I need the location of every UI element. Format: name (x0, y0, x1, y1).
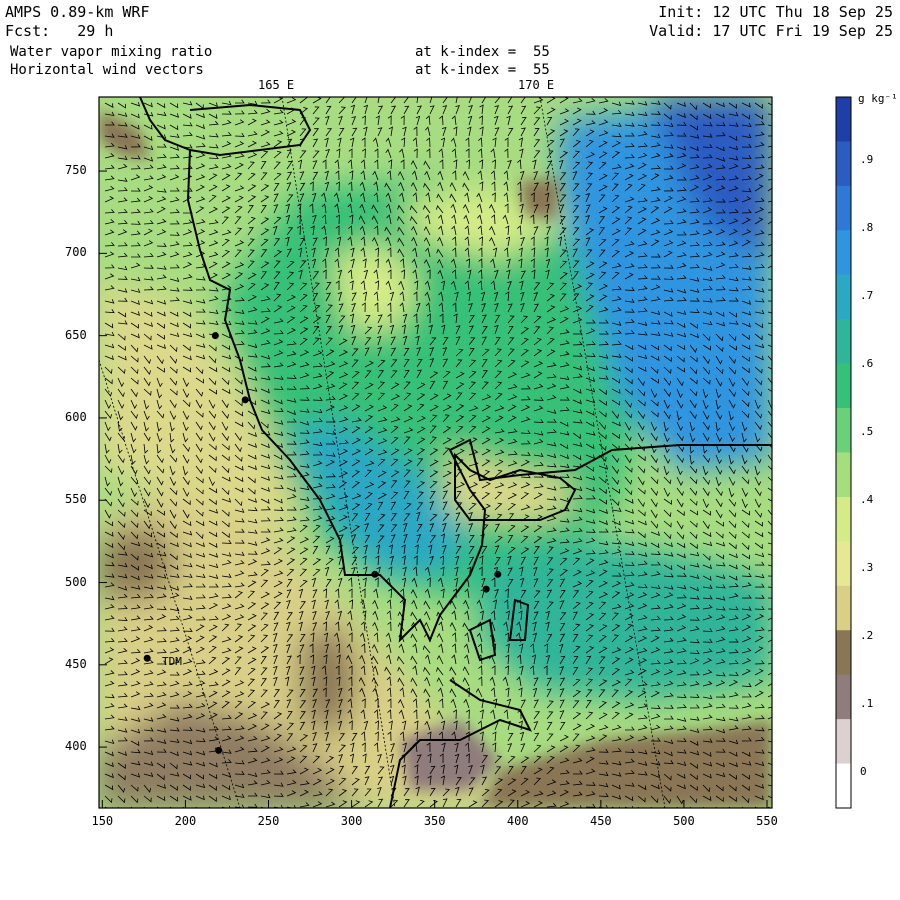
colorbar-segment (836, 496, 851, 542)
colorbar-label: .3 (860, 561, 874, 574)
colorbar-segment (836, 452, 851, 498)
colorbar-segment (836, 185, 851, 231)
colorbar-segment (836, 408, 851, 453)
y-tick-label: 400 (65, 739, 87, 754)
colorbar-segment (836, 319, 851, 365)
station-marker (241, 396, 249, 404)
colorbar-segment (836, 674, 851, 720)
brown-ne-patch (520, 180, 560, 220)
x-tick-label: 250 (257, 814, 280, 828)
colorbar-segment (836, 541, 851, 587)
y-tick-label: 500 (65, 574, 87, 589)
colorbar-segment (836, 97, 851, 142)
colorbar-segment (836, 141, 851, 187)
map-plot (98, 96, 852, 809)
colorbar-segment (836, 763, 851, 809)
colorbar-label: 0 (860, 765, 867, 778)
station-label-tdm: TDM (162, 655, 182, 668)
x-tick-label: 450 (589, 814, 612, 828)
station-marker (211, 332, 219, 340)
colorbar-segment (836, 630, 851, 676)
x-tick-label: 350 (423, 814, 446, 828)
colorbar-segment (836, 585, 851, 631)
y-tick-label: 750 (65, 163, 87, 178)
y-tick-label: 700 (65, 245, 87, 260)
x-tick-label: 550 (756, 814, 778, 828)
colorbar-label: .9 (860, 153, 874, 166)
colorbar-segment (836, 719, 851, 765)
colorbar-label: .8 (860, 221, 874, 234)
colorbar-unit: g kg⁻¹ (858, 92, 898, 105)
x-tick-label: 200 (174, 814, 197, 828)
station-marker (482, 585, 490, 593)
y-tick-label: 600 (65, 409, 87, 424)
colorbar-label: .2 (860, 629, 874, 642)
y-tick-label: 450 (65, 656, 87, 671)
colorbar (836, 97, 851, 809)
y-tick-label: 650 (65, 327, 87, 342)
x-tick-label: 300 (340, 814, 363, 828)
colorbar-label: .7 (860, 289, 874, 302)
colorbar-label: .6 (860, 357, 874, 370)
colorbar-segment (836, 363, 851, 409)
station-marker (143, 654, 151, 662)
colorbar-segment (836, 274, 851, 320)
x-tick-label: 500 (673, 814, 695, 828)
colorbar-label: .1 (860, 697, 874, 710)
colorbar-label: .4 (860, 493, 874, 506)
station-marker (494, 570, 502, 578)
colorbar-label: .5 (860, 425, 874, 438)
y-tick-label: 550 (65, 492, 87, 507)
station-marker (371, 570, 379, 578)
station-marker (215, 746, 223, 754)
x-tick-label: 150 (91, 814, 114, 828)
colorbar-segment (836, 230, 851, 276)
x-tick-label: 400 (506, 814, 529, 828)
